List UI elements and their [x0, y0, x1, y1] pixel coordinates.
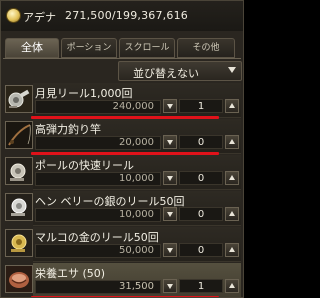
reel-icon [5, 85, 33, 113]
quantity-increase-button[interactable] [225, 99, 239, 113]
item-name: 月見リール1,000回 [35, 87, 133, 100]
arrow-up-icon [229, 139, 235, 144]
list-item[interactable]: 月見リール1,000回 240,000 [3, 83, 241, 118]
quantity-decrease-button[interactable] [163, 99, 177, 113]
price-field: 240,000 [35, 100, 161, 114]
arrow-down-icon [167, 104, 173, 109]
bait-icon [5, 265, 33, 293]
adena-coin-icon [7, 9, 20, 22]
list-item[interactable]: マルコの金のリール50回 50,000 [3, 227, 241, 262]
quantity-decrease-button[interactable] [163, 135, 177, 149]
item-name: ポールの快速リール [35, 159, 134, 172]
item-price: 31,500 [119, 281, 154, 292]
quantity-increase-button[interactable] [225, 243, 239, 257]
currency-amount: 271,500/199,367,616 [65, 9, 188, 22]
category-tabs: 全体 ポーション スクロール その他 [3, 38, 241, 58]
arrow-up-icon [229, 283, 235, 288]
quantity-increase-button[interactable] [225, 279, 239, 293]
item-name: 栄養エサ (50) [35, 267, 106, 280]
arrow-down-icon [167, 140, 173, 145]
arrow-down-icon [167, 248, 173, 253]
price-field: 10,000 [35, 172, 161, 186]
item-price: 20,000 [119, 137, 154, 148]
quantity-field[interactable] [179, 99, 223, 113]
list-item[interactable]: ポールの快速リール 10,000 [3, 155, 241, 190]
arrow-up-icon [229, 247, 235, 252]
currency-name: アデナ [23, 11, 56, 24]
tab-potion[interactable]: ポーション [61, 38, 117, 58]
quantity-decrease-button[interactable] [163, 207, 177, 221]
price-field: 31,500 [35, 280, 161, 294]
sort-dropdown[interactable]: 並び替えない [118, 61, 242, 81]
price-field: 50,000 [35, 244, 161, 258]
list-item-selected[interactable]: 栄養エサ (50) 31,500 [3, 263, 241, 297]
item-price: 50,000 [119, 245, 154, 256]
quantity-field[interactable] [179, 135, 223, 149]
reel-icon [5, 193, 33, 221]
quantity-field[interactable] [179, 243, 223, 257]
chevron-down-icon [228, 67, 236, 73]
quantity-field[interactable] [179, 171, 223, 185]
arrow-down-icon [167, 176, 173, 181]
arrow-down-icon [167, 212, 173, 217]
red-highlight-underline [31, 116, 219, 119]
quantity-field[interactable] [179, 279, 223, 293]
quantity-field[interactable] [179, 207, 223, 221]
arrow-up-icon [229, 211, 235, 216]
item-price: 10,000 [119, 173, 154, 184]
reel-icon [5, 157, 33, 185]
reel-icon [5, 229, 33, 257]
arrow-up-icon [229, 103, 235, 108]
arrow-up-icon [229, 175, 235, 180]
fishing-rod-icon [5, 121, 33, 149]
item-name: マルコの金のリール50回 [35, 231, 159, 244]
tab-all[interactable]: 全体 [5, 38, 59, 58]
quantity-decrease-button[interactable] [163, 171, 177, 185]
tab-scroll[interactable]: スクロール [119, 38, 175, 58]
quantity-increase-button[interactable] [225, 135, 239, 149]
sort-label: 並び替えない [133, 67, 199, 80]
quantity-increase-button[interactable] [225, 171, 239, 185]
quantity-decrease-button[interactable] [163, 243, 177, 257]
item-price: 10,000 [119, 209, 154, 220]
tab-divider [3, 58, 241, 59]
red-highlight-underline [31, 152, 219, 155]
item-name: 高弾力釣り竿 [35, 123, 101, 136]
tab-other[interactable]: その他 [177, 38, 235, 58]
list-item[interactable]: ヘン ベリーの銀のリール50回 10,000 [3, 191, 241, 226]
quantity-increase-button[interactable] [225, 207, 239, 221]
list-item[interactable]: 高弾力釣り竿 20,000 [3, 119, 241, 154]
item-price: 240,000 [112, 101, 154, 112]
arrow-down-icon [167, 284, 173, 289]
currency-header: アデナ 271,500/199,367,616 [1, 1, 243, 31]
price-field: 10,000 [35, 208, 161, 222]
quantity-decrease-button[interactable] [163, 279, 177, 293]
shop-window: アデナ 271,500/199,367,616 全体 ポーション スクロール そ… [0, 0, 244, 298]
price-field: 20,000 [35, 136, 161, 150]
